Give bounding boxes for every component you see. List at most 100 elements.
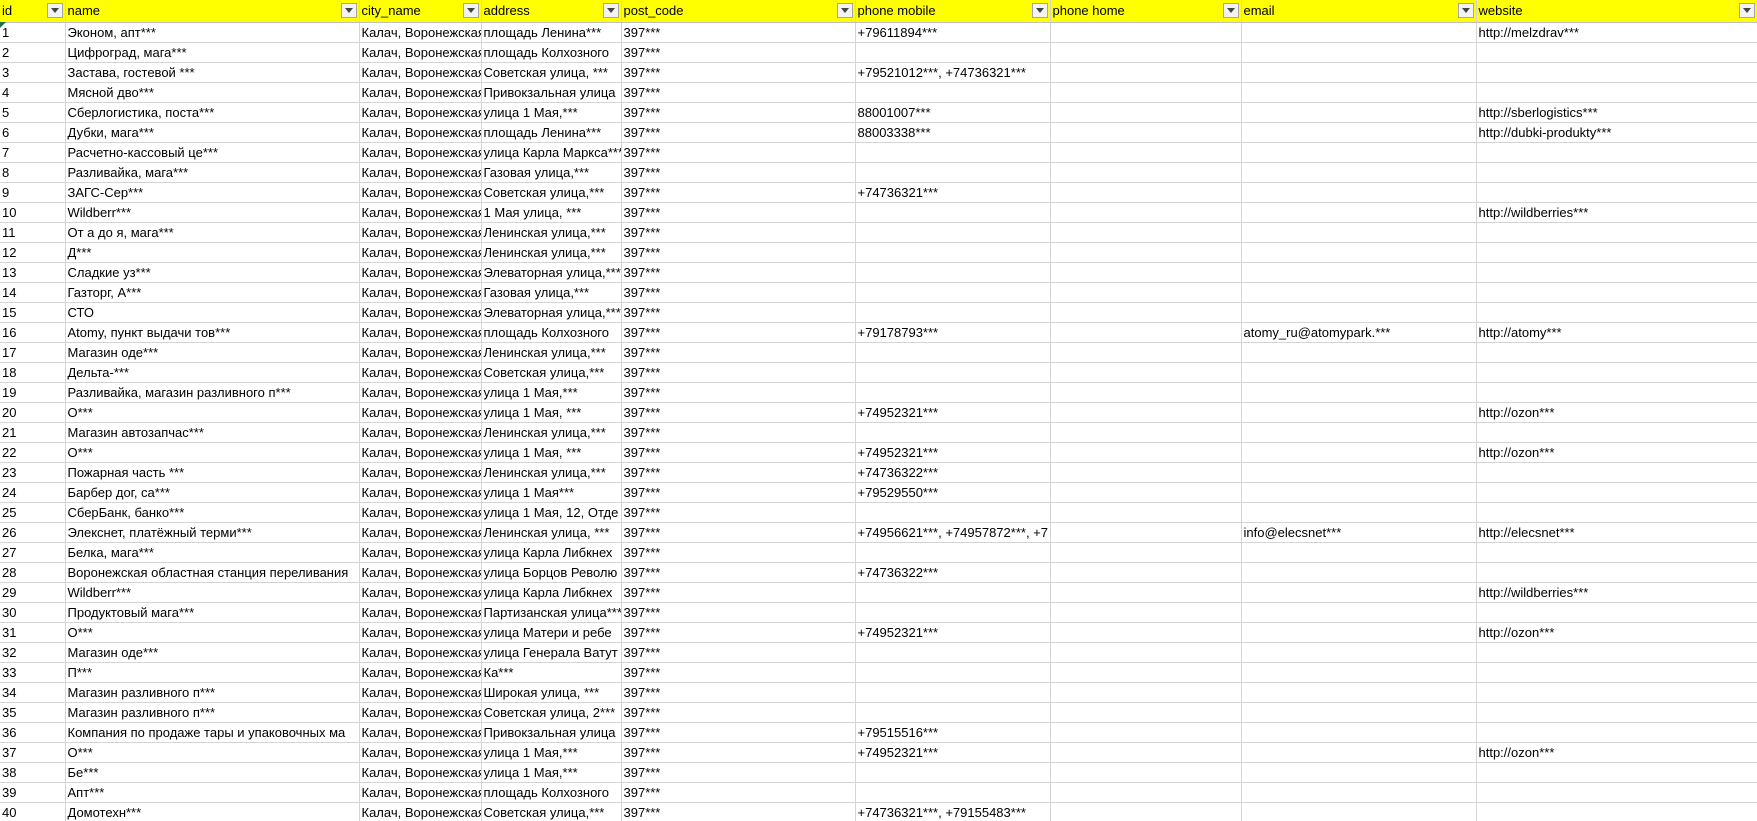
cell-id[interactable]: 9 [0,182,66,203]
cell-address[interactable]: Широкая улица, *** [481,682,622,703]
cell-website[interactable] [1476,802,1757,821]
cell-email[interactable] [1241,282,1477,303]
cell-name[interactable]: О*** [65,622,360,643]
cell-post_code[interactable]: 397*** [621,622,856,643]
cell-phone-mobile[interactable]: 88001007*** [855,102,1051,123]
filter-dropdown-button[interactable] [1457,3,1474,18]
column-header-city_name[interactable]: city_name [359,0,482,23]
cell-phone-home[interactable] [1050,362,1242,383]
cell-city_name[interactable]: Калач, Воронежская [359,162,482,183]
cell-website[interactable] [1476,702,1757,723]
cell-phone-home[interactable] [1050,142,1242,163]
cell-id[interactable]: 29 [0,582,66,603]
cell-name[interactable]: От а до я, мага*** [65,222,360,243]
column-header-website[interactable]: website [1476,0,1757,23]
cell-name[interactable]: Wildberr*** [65,582,360,603]
cell-phone-mobile[interactable] [855,282,1051,303]
cell-website[interactable]: http://melzdrav*** [1476,22,1757,43]
cell-email[interactable] [1241,722,1477,743]
cell-name[interactable]: Atomy, пункт выдачи тов*** [65,322,360,343]
cell-address[interactable]: площадь Колхозного [481,42,622,63]
cell-name[interactable]: Wildberr*** [65,202,360,223]
cell-post_code[interactable]: 397*** [621,662,856,683]
cell-name[interactable]: Застава, гостевой *** [65,62,360,83]
cell-phone-mobile[interactable] [855,422,1051,443]
cell-name[interactable]: Компания по продаже тары и упаковочных м… [65,722,360,743]
cell-name[interactable]: Эконом, апт*** [65,22,360,43]
cell-email[interactable] [1241,502,1477,523]
cell-post_code[interactable]: 397*** [621,202,856,223]
cell-address[interactable]: Партизанская улица*** [481,602,622,623]
column-header-id[interactable]: id [0,0,66,23]
cell-phone-home[interactable] [1050,102,1242,123]
cell-id[interactable]: 39 [0,782,66,803]
cell-post_code[interactable]: 397*** [621,382,856,403]
cell-address[interactable]: улица Борцов Револю [481,562,622,583]
cell-phone-home[interactable] [1050,702,1242,723]
cell-post_code[interactable]: 397*** [621,122,856,143]
cell-id[interactable]: 3 [0,62,66,83]
filter-dropdown-button[interactable] [1738,3,1755,18]
cell-website[interactable]: http://ozon*** [1476,742,1757,763]
cell-name[interactable]: Магазин оде*** [65,342,360,363]
cell-address[interactable]: Советская улица,*** [481,802,622,821]
cell-phone-mobile[interactable]: +79611894*** [855,22,1051,43]
cell-phone-home[interactable] [1050,582,1242,603]
cell-phone-home[interactable] [1050,562,1242,583]
cell-post_code[interactable]: 397*** [621,582,856,603]
cell-address[interactable]: Газовая улица,*** [481,282,622,303]
cell-email[interactable] [1241,382,1477,403]
cell-website[interactable] [1476,602,1757,623]
cell-address[interactable]: улица 1 Мая,*** [481,742,622,763]
cell-website[interactable] [1476,262,1757,283]
cell-address[interactable]: площадь Колхозного [481,322,622,343]
cell-phone-mobile[interactable] [855,242,1051,263]
cell-website[interactable]: http://sberlogistics*** [1476,102,1757,123]
cell-email[interactable] [1241,782,1477,803]
cell-post_code[interactable]: 397*** [621,702,856,723]
cell-post_code[interactable]: 397*** [621,682,856,703]
cell-phone-home[interactable] [1050,322,1242,343]
cell-post_code[interactable]: 397*** [621,22,856,43]
cell-city_name[interactable]: Калач, Воронежская [359,202,482,223]
cell-phone-home[interactable] [1050,482,1242,503]
cell-address[interactable]: улица Генерала Ватут [481,642,622,663]
cell-website[interactable] [1476,682,1757,703]
cell-city_name[interactable]: Калач, Воронежская [359,362,482,383]
cell-phone-mobile[interactable]: +74736322*** [855,462,1051,483]
cell-address[interactable]: Ленинская улица, *** [481,522,622,543]
cell-id[interactable]: 26 [0,522,66,543]
cell-name[interactable]: Сладкие уз*** [65,262,360,283]
cell-phone-mobile[interactable] [855,502,1051,523]
cell-email[interactable] [1241,582,1477,603]
cell-phone-mobile[interactable] [855,202,1051,223]
cell-city_name[interactable]: Калач, Воронежская [359,442,482,463]
cell-email[interactable] [1241,342,1477,363]
cell-email[interactable] [1241,602,1477,623]
cell-email[interactable] [1241,622,1477,643]
cell-website[interactable]: http://wildberries*** [1476,202,1757,223]
cell-email[interactable] [1241,262,1477,283]
cell-phone-mobile[interactable] [855,702,1051,723]
cell-phone-mobile[interactable] [855,542,1051,563]
cell-id[interactable]: 21 [0,422,66,443]
cell-post_code[interactable]: 397*** [621,782,856,803]
column-header-phone-mobile[interactable]: phone mobile [855,0,1051,23]
cell-phone-home[interactable] [1050,202,1242,223]
cell-city_name[interactable]: Калач, Воронежская [359,182,482,203]
cell-address[interactable]: Привокзальная улица [481,722,622,743]
cell-phone-mobile[interactable] [855,42,1051,63]
filter-dropdown-button[interactable] [1222,3,1239,18]
cell-post_code[interactable]: 397*** [621,542,856,563]
cell-post_code[interactable]: 397*** [621,642,856,663]
cell-email[interactable] [1241,242,1477,263]
filter-dropdown-button[interactable] [602,3,619,18]
cell-city_name[interactable]: Калач, Воронежская [359,222,482,243]
cell-id[interactable]: 24 [0,482,66,503]
cell-phone-mobile[interactable] [855,682,1051,703]
cell-city_name[interactable]: Калач, Воронежская [359,302,482,323]
cell-post_code[interactable]: 397*** [621,102,856,123]
cell-phone-home[interactable] [1050,602,1242,623]
cell-address[interactable]: улица 1 Мая,*** [481,382,622,403]
cell-email[interactable] [1241,362,1477,383]
